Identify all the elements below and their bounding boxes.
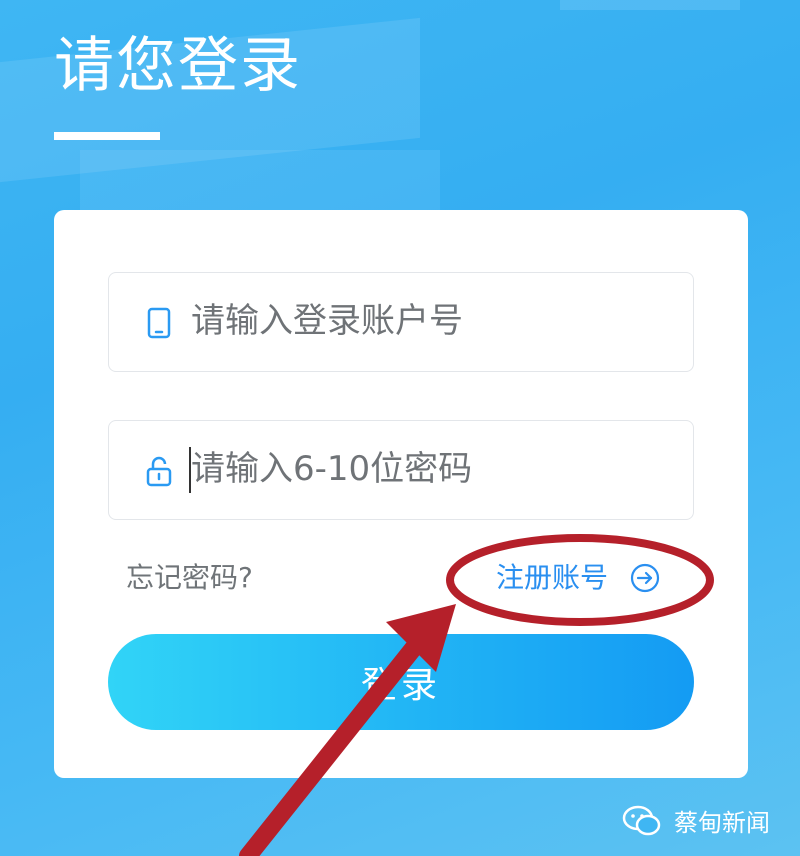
source-watermark: 蔡甸新闻: [622, 803, 770, 838]
password-input[interactable]: 请输入6-10位密码: [108, 420, 694, 520]
login-card: 请输入登录账户号 请输入6-10位密码 忘记密码? 注册账号 登录: [54, 210, 748, 778]
arrow-circle-right-icon: [630, 563, 660, 593]
account-input[interactable]: 请输入登录账户号: [108, 272, 694, 372]
page-title: 请您登录: [54, 31, 302, 101]
register-label: 注册账号: [496, 561, 609, 594]
phone-icon: [147, 307, 171, 339]
background-decoration: [560, 0, 740, 10]
login-button-label: 登录: [360, 665, 441, 706]
lock-icon: [146, 456, 172, 487]
wechat-logo-icon: [622, 805, 661, 835]
title-underline: [54, 132, 160, 140]
source-name: 蔡甸新闻: [674, 809, 770, 837]
login-button[interactable]: 登录: [108, 634, 694, 730]
background-decoration: [80, 150, 440, 210]
password-placeholder: 请输入6-10位密码: [191, 449, 473, 489]
register-account-link[interactable]: 注册账号: [496, 558, 660, 598]
account-placeholder: 请输入登录账户号: [191, 301, 463, 341]
forgot-password-link[interactable]: 忘记密码?: [126, 558, 253, 598]
